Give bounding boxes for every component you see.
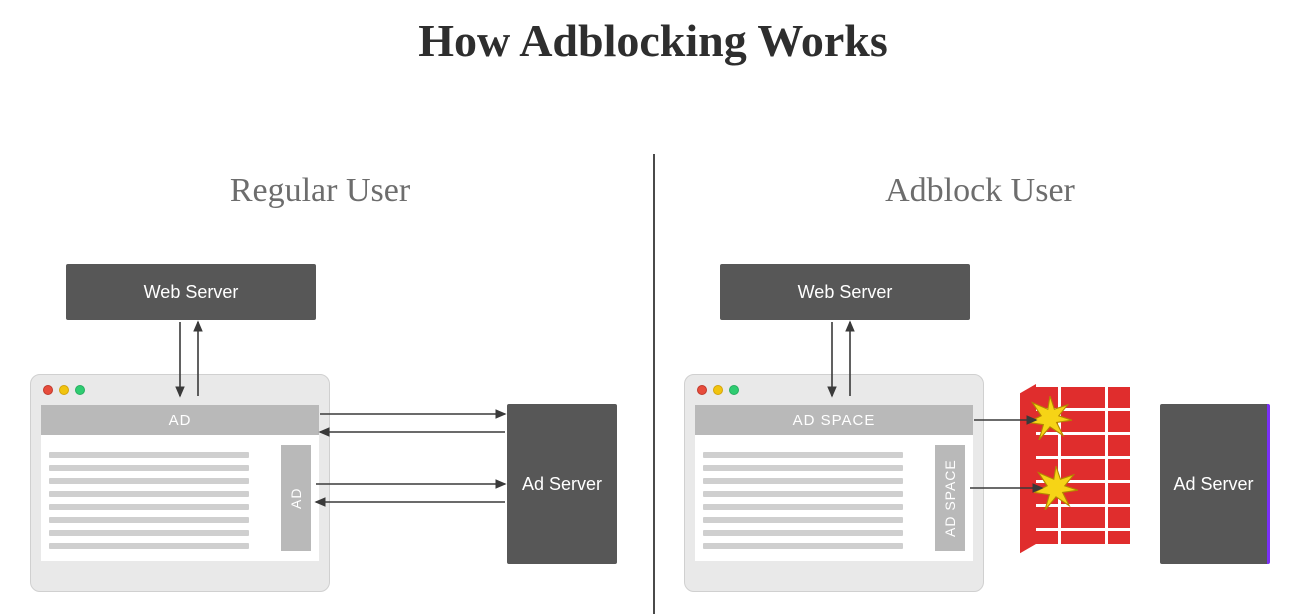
ad-server-box: Ad Server [1160,404,1270,564]
close-icon [697,385,707,395]
vertical-divider [653,154,655,614]
subtitle-regular: Regular User [0,172,640,210]
diagram-title: How Adblocking Works [0,14,1306,67]
panel-regular-user: Regular User Web Server AD AD Ad Server [0,154,640,614]
page-content: AD AD [41,405,319,561]
ad-banner: AD [41,405,319,435]
block-spark-icon [1034,466,1078,510]
content-placeholder [703,445,903,556]
close-icon [43,385,53,395]
web-server-box: Web Server [66,264,316,320]
ad-server-label: Ad Server [1173,474,1253,495]
ad-server-box: Ad Server [507,404,617,564]
ad-sidebar: AD [281,445,311,551]
page-content: AD SPACE AD SPACE [695,405,973,561]
window-controls [43,385,85,395]
block-spark-icon [1028,396,1072,440]
ad-space-banner: AD SPACE [695,405,973,435]
minimize-icon [713,385,723,395]
zoom-icon [729,385,739,395]
web-server-box: Web Server [720,264,970,320]
subtitle-adblock: Adblock User [660,172,1300,210]
window-controls [697,385,739,395]
content-placeholder [49,445,249,556]
ad-server-label: Ad Server [522,474,602,495]
zoom-icon [75,385,85,395]
browser-window: AD SPACE AD SPACE [684,374,984,592]
minimize-icon [59,385,69,395]
panel-adblock-user: Adblock User Web Server AD SPACE AD SPAC… [660,154,1300,614]
ad-space-sidebar: AD SPACE [935,445,965,551]
browser-window: AD AD [30,374,330,592]
